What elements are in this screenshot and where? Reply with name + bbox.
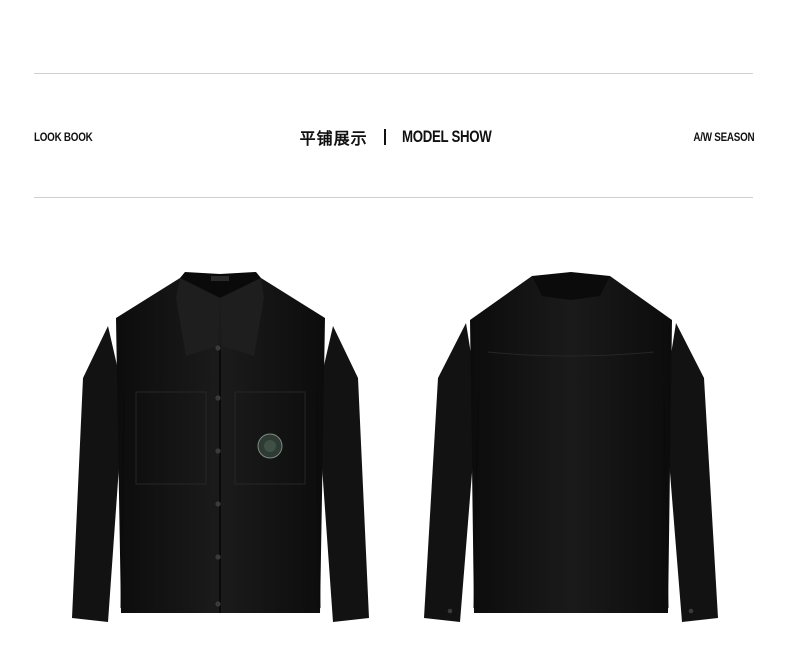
season-label: A/W SEASON (693, 130, 754, 144)
section-title-en: MODEL SHOW (401, 127, 492, 146)
title-separator (383, 129, 386, 145)
jacket-front-image (68, 268, 373, 630)
bottom-divider (34, 197, 753, 198)
section-title-cn: 平铺展示 (299, 129, 368, 148)
top-divider (34, 73, 753, 74)
section-title: 平铺展示 MODEL SHOW (0, 126, 790, 148)
jacket-back-image (418, 268, 723, 630)
